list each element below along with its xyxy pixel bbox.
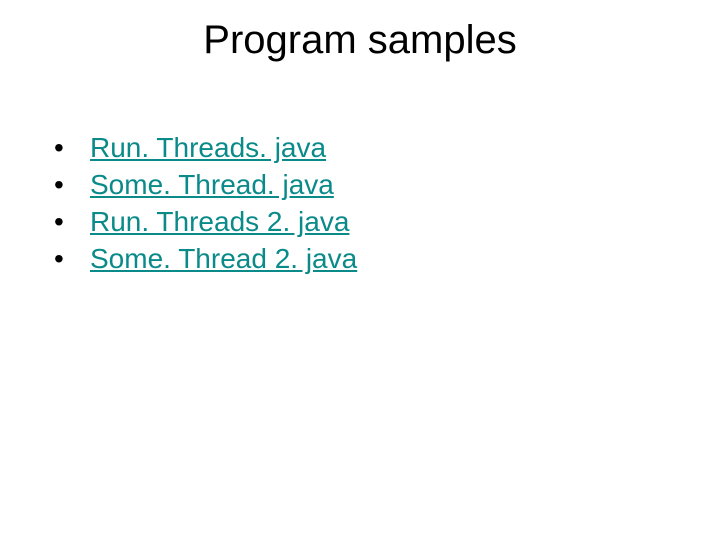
list-item: • Some. Thread 2. java [54, 241, 666, 278]
slide-title: Program samples [0, 18, 720, 63]
bullet-icon: • [54, 167, 90, 204]
link-some-thread2-java[interactable]: Some. Thread 2. java [90, 241, 357, 278]
bullet-icon: • [54, 241, 90, 278]
link-some-thread-java[interactable]: Some. Thread. java [90, 167, 334, 204]
link-run-threads2-java[interactable]: Run. Threads 2. java [90, 204, 349, 241]
slide: Program samples • Run. Threads. java • S… [0, 0, 720, 540]
list-item: • Run. Threads. java [54, 130, 666, 167]
bullet-list: • Run. Threads. java • Some. Thread. jav… [54, 130, 666, 278]
list-item: • Run. Threads 2. java [54, 204, 666, 241]
link-run-threads-java[interactable]: Run. Threads. java [90, 130, 326, 167]
bullet-icon: • [54, 130, 90, 167]
bullet-icon: • [54, 204, 90, 241]
list-item: • Some. Thread. java [54, 167, 666, 204]
